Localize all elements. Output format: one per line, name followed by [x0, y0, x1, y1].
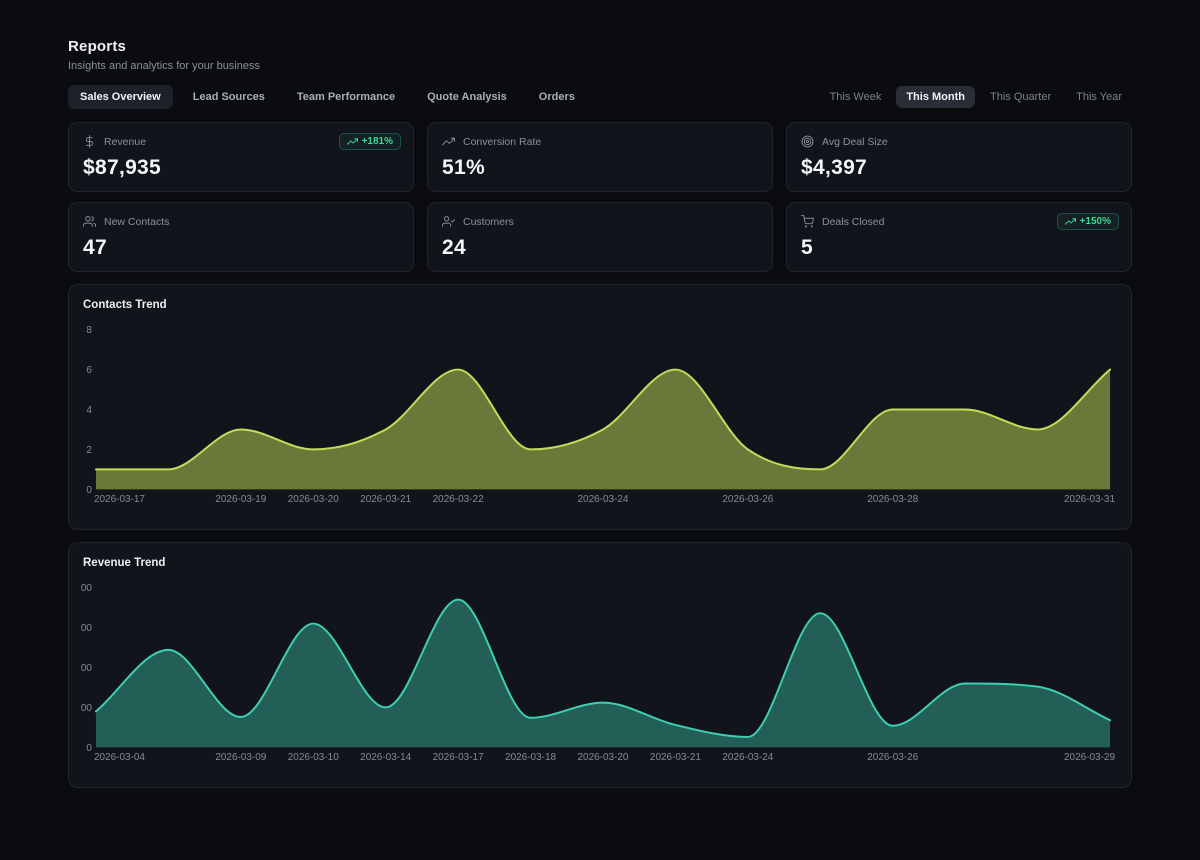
- tab-orders[interactable]: Orders: [527, 85, 587, 109]
- page-subtitle: Insights and analytics for your business: [68, 60, 1132, 72]
- svg-text:00: 00: [81, 583, 93, 594]
- svg-text:6: 6: [86, 365, 92, 376]
- svg-text:00: 00: [81, 623, 93, 634]
- svg-text:2026-03-21: 2026-03-21: [360, 494, 411, 505]
- revenue-trend-area-chart[interactable]: 0000000002026-03-042026-03-092026-03-102…: [69, 543, 1131, 787]
- svg-text:2026-03-21: 2026-03-21: [650, 752, 701, 763]
- svg-text:2026-03-22: 2026-03-22: [433, 494, 484, 505]
- trending-up-icon: [1065, 216, 1076, 227]
- svg-text:2026-03-10: 2026-03-10: [288, 752, 339, 763]
- svg-text:2: 2: [86, 445, 92, 456]
- toolbar: Sales Overview Lead Sources Team Perform…: [68, 85, 1132, 109]
- kpi-value: 24: [442, 236, 758, 260]
- kpi-label: New Contacts: [104, 216, 169, 228]
- tab-sales-overview[interactable]: Sales Overview: [68, 85, 173, 109]
- kpi-value: 47: [83, 236, 399, 260]
- svg-text:8: 8: [86, 325, 92, 336]
- svg-text:2026-03-29: 2026-03-29: [1064, 752, 1115, 763]
- page-title: Reports: [68, 38, 1132, 55]
- contacts-trend-chart-card: Contacts Trend 0 2 4 6 8 2026-03-17 2026-03-19…: [68, 284, 1132, 530]
- kpi-value: 5: [801, 236, 1117, 260]
- filter-this-quarter[interactable]: This Quarter: [980, 86, 1061, 108]
- svg-text:4: 4: [86, 405, 92, 416]
- time-range-filters: This Week This Month This Quarter This Y…: [820, 86, 1132, 108]
- filter-this-year[interactable]: This Year: [1066, 86, 1132, 108]
- trend-badge: +150%: [1057, 213, 1119, 230]
- kpi-card-avg-deal-size: Avg Deal Size $4,397: [786, 122, 1132, 192]
- svg-text:2026-03-17: 2026-03-17: [94, 494, 145, 505]
- svg-text:2026-03-20: 2026-03-20: [288, 494, 339, 505]
- svg-text:2026-03-17: 2026-03-17: [433, 752, 484, 763]
- svg-text:2026-03-20: 2026-03-20: [577, 752, 628, 763]
- kpi-value: $4,397: [801, 156, 1117, 180]
- svg-text:2026-03-04: 2026-03-04: [94, 752, 145, 763]
- kpi-grid: Revenue +181% $87,935 Conversion Rate 51…: [68, 122, 1132, 272]
- trend-badge-value: +150%: [1080, 216, 1111, 227]
- trending-up-icon: [347, 136, 358, 147]
- filter-this-month[interactable]: This Month: [896, 86, 975, 108]
- kpi-label: Conversion Rate: [463, 136, 541, 148]
- tab-quote-analysis[interactable]: Quote Analysis: [415, 85, 519, 109]
- target-icon: [801, 135, 814, 148]
- svg-text:00: 00: [81, 703, 93, 714]
- kpi-value: $87,935: [83, 156, 399, 180]
- kpi-card-new-contacts: New Contacts 47: [68, 202, 414, 272]
- svg-text:2026-03-24: 2026-03-24: [577, 494, 628, 505]
- users-icon: [83, 215, 96, 228]
- kpi-card-deals-closed: Deals Closed +150% 5: [786, 202, 1132, 272]
- svg-text:2026-03-24: 2026-03-24: [722, 752, 773, 763]
- kpi-label: Revenue: [104, 136, 146, 148]
- kpi-label: Deals Closed: [822, 216, 884, 228]
- svg-text:2026-03-26: 2026-03-26: [867, 752, 918, 763]
- trending-up-icon: [442, 135, 455, 148]
- reports-page: Reports Insights and analytics for your …: [0, 0, 1200, 788]
- kpi-label: Customers: [463, 216, 514, 228]
- svg-text:2026-03-18: 2026-03-18: [505, 752, 556, 763]
- svg-text:2026-03-09: 2026-03-09: [215, 752, 266, 763]
- svg-text:2026-03-14: 2026-03-14: [360, 752, 411, 763]
- chart-title: Revenue Trend: [83, 557, 165, 569]
- svg-text:0: 0: [86, 743, 92, 754]
- report-tabs: Sales Overview Lead Sources Team Perform…: [68, 85, 587, 109]
- contacts-trend-area-chart[interactable]: 0 2 4 6 8 2026-03-17 2026-03-19 2026-03-20 2026-…: [69, 285, 1131, 529]
- svg-text:00: 00: [81, 663, 93, 674]
- kpi-card-conversion-rate: Conversion Rate 51%: [427, 122, 773, 192]
- svg-text:2026-03-19: 2026-03-19: [215, 494, 266, 505]
- user-check-icon: [442, 215, 455, 228]
- trend-badge: +181%: [339, 133, 401, 150]
- svg-text:2026-03-31: 2026-03-31: [1064, 494, 1115, 505]
- shopping-cart-icon: [801, 215, 814, 228]
- chart-title: Contacts Trend: [83, 299, 167, 311]
- revenue-trend-chart-card: Revenue Trend 0000000002026-03-042026-03…: [68, 542, 1132, 788]
- filter-this-week[interactable]: This Week: [820, 86, 892, 108]
- kpi-card-customers: Customers 24: [427, 202, 773, 272]
- svg-text:2026-03-28: 2026-03-28: [867, 494, 918, 505]
- trend-badge-value: +181%: [362, 136, 393, 147]
- svg-text:2026-03-26: 2026-03-26: [722, 494, 773, 505]
- kpi-card-revenue: Revenue +181% $87,935: [68, 122, 414, 192]
- svg-text:0: 0: [86, 485, 92, 496]
- kpi-label: Avg Deal Size: [822, 136, 888, 148]
- tab-team-performance[interactable]: Team Performance: [285, 85, 407, 109]
- dollar-icon: [83, 135, 96, 148]
- kpi-value: 51%: [442, 156, 758, 180]
- tab-lead-sources[interactable]: Lead Sources: [181, 85, 277, 109]
